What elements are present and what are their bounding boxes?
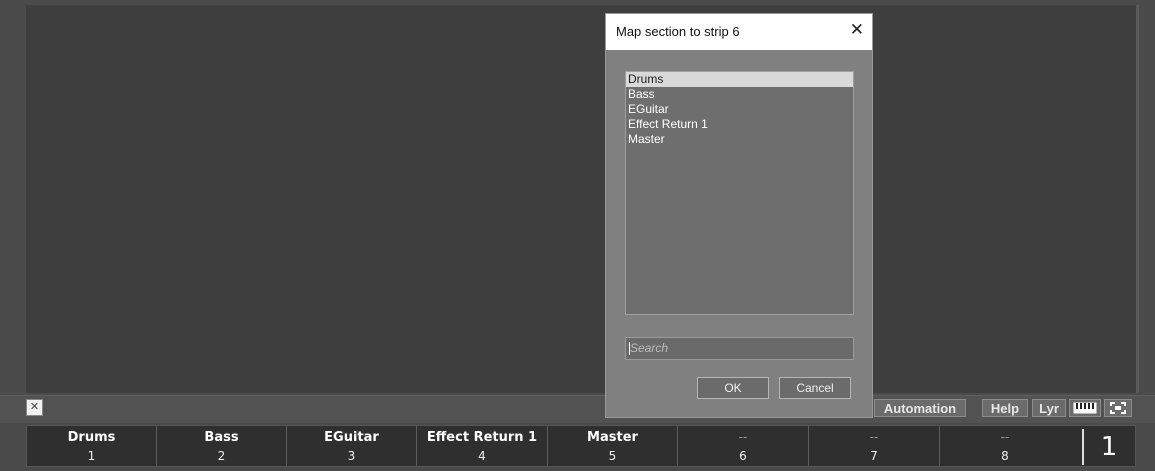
dialog-title: Map section to strip 6 — [616, 24, 740, 39]
strip-8[interactable]: -- 8 — [940, 426, 1070, 466]
strip-number: 8 — [1001, 449, 1009, 463]
bottom-toolbar: ✕ ⠿ Automation Help Lyr — [0, 395, 1155, 423]
strip-number: 4 — [478, 449, 486, 463]
workspace-canvas — [26, 5, 1136, 393]
strip-bar: Drums 1 Bass 2 EGuitar 3 Effect Return 1… — [26, 425, 1136, 467]
strip-number: 2 — [217, 449, 226, 463]
strip-number: 7 — [870, 449, 878, 463]
strip-name: -- — [869, 430, 879, 444]
piano-keyboard-icon — [1073, 402, 1097, 414]
strip-number: 1 — [87, 449, 96, 463]
strip-name: Effect Return 1 — [426, 430, 538, 445]
list-item[interactable]: Master — [626, 132, 853, 147]
list-item[interactable]: Effect Return 1 — [626, 117, 853, 132]
canvas-edge — [1136, 5, 1139, 393]
close-panel-icon[interactable]: ✕ — [26, 399, 43, 416]
strip-name: EGuitar — [324, 430, 379, 445]
lyrics-button[interactable]: Lyr — [1032, 399, 1066, 417]
strip-name: -- — [1000, 430, 1010, 444]
ok-button[interactable]: OK — [697, 377, 769, 399]
fullscreen-icon — [1110, 402, 1126, 415]
fullscreen-button[interactable] — [1104, 399, 1132, 417]
strip-5[interactable]: Master 5 — [548, 426, 678, 466]
strip-number: 6 — [739, 449, 747, 463]
map-section-dialog: Map section to strip 6 ✕ Drums Bass EGui… — [605, 13, 873, 418]
strip-2[interactable]: Bass 2 — [157, 426, 287, 466]
dialog-titlebar: Map section to strip 6 ✕ — [606, 14, 872, 50]
section-list[interactable]: Drums Bass EGuitar Effect Return 1 Maste… — [625, 71, 854, 315]
strip-6[interactable]: -- 6 — [678, 426, 809, 466]
strip-name: Master — [587, 430, 638, 445]
help-button[interactable]: Help — [982, 399, 1028, 417]
strip-name: Bass — [204, 430, 239, 445]
strip-number: 3 — [347, 449, 356, 463]
cancel-button[interactable]: Cancel — [779, 377, 851, 399]
strip-number: 5 — [608, 449, 617, 463]
automation-button[interactable]: Automation — [874, 399, 966, 417]
search-input[interactable]: Search — [625, 337, 854, 360]
list-item[interactable]: EGuitar — [626, 102, 853, 117]
close-icon[interactable]: ✕ — [850, 20, 864, 40]
strip-4[interactable]: Effect Return 1 4 — [417, 426, 548, 466]
strip-name: Drums — [67, 430, 116, 445]
piano-keyboard-button[interactable] — [1069, 399, 1101, 417]
main-area — [0, 0, 1155, 395]
list-item[interactable]: Bass — [626, 87, 853, 102]
strip-1[interactable]: Drums 1 — [27, 426, 157, 466]
bank-number[interactable]: 1 — [1082, 429, 1134, 465]
strip-name: -- — [738, 430, 748, 444]
strip-3[interactable]: EGuitar 3 — [287, 426, 417, 466]
search-placeholder: Search — [630, 341, 669, 355]
strip-7[interactable]: -- 7 — [809, 426, 940, 466]
list-item[interactable]: Drums — [626, 72, 853, 87]
